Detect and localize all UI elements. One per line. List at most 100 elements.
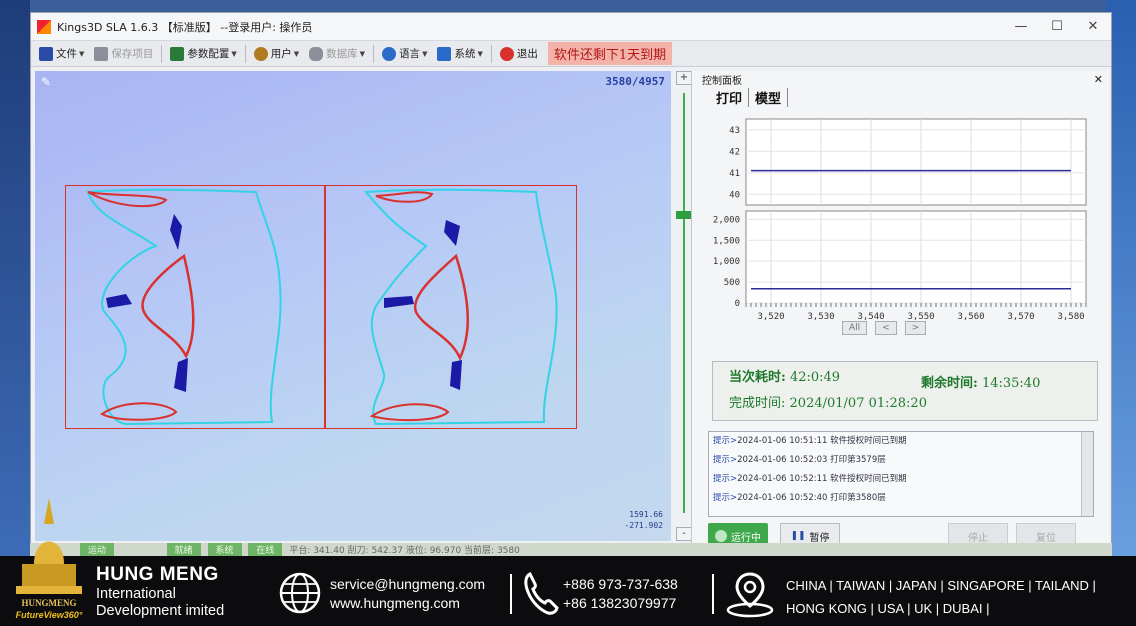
panel-close-icon[interactable]: ✕ <box>1094 73 1103 86</box>
upper-y-tick-label: 42 <box>729 147 740 157</box>
x-tick-label: 3,580 <box>1057 312 1084 322</box>
lower-y-tick-label: 2,000 <box>713 215 740 225</box>
license-warning: 软件还剩下1天到期 <box>547 42 673 65</box>
maximize-button[interactable]: ☐ <box>1039 19 1075 34</box>
slider-track <box>683 93 685 513</box>
top-contour-left <box>87 191 168 208</box>
bottom-contour-right <box>369 403 450 422</box>
minimize-button[interactable]: — <box>1003 19 1039 34</box>
desktop-background-left <box>0 0 30 560</box>
toolbar-divider <box>373 44 375 63</box>
country-list: CHINA | TAIWAN | JAPAN | SINGAPORE | TAI… <box>786 578 1096 616</box>
status-chip: 在线 <box>248 543 283 556</box>
save-project-button[interactable]: 保存项目 <box>90 43 157 65</box>
database-icon <box>309 46 324 61</box>
upper-plot-area <box>745 118 1087 206</box>
exit-icon <box>499 46 514 61</box>
outer-contour-right <box>363 188 558 426</box>
x-tick-label: 3,570 <box>1007 312 1034 322</box>
app-logo-icon <box>37 19 51 34</box>
user-menu[interactable]: 用户 ▼ <box>250 43 303 65</box>
close-button[interactable]: ✕ <box>1075 19 1111 34</box>
database-menu[interactable]: 数据库 ▼ <box>305 43 369 65</box>
tab-print[interactable]: 打印 <box>710 87 750 107</box>
cursor-coordinates: 1591.66 -271.902 <box>624 510 663 530</box>
log-entry: 提示>2024-01-06 10:52:11 软件授权时间已到期 <box>713 474 907 484</box>
upper-y-tick-label: 41 <box>729 169 740 179</box>
contact-info: service@hungmeng.com www.hungmeng.com <box>330 575 485 613</box>
globe-icon <box>279 572 321 614</box>
lower-y-tick-label: 0 <box>735 299 740 309</box>
message-log[interactable]: 提示>2024-01-06 10:51:11 软件授权时间已到期 提示>2024… <box>708 431 1094 517</box>
layer-chart: 43 42 41 40 2,000 1,500 1,000 500 0 3,520 3,530 3,5… <box>704 107 1094 347</box>
save-icon <box>94 46 109 61</box>
company-name-block: HUNG MENG International Development imit… <box>96 564 225 619</box>
toolbar-divider <box>161 44 163 63</box>
log-entry: 提示>2024-01-06 10:52:40 打印第3580层 <box>713 493 886 503</box>
location-pin-icon <box>726 572 774 618</box>
x-tick-label: 3,520 <box>757 312 784 322</box>
print-stats: 当次耗时: 42:0:49 剩余时间: 14:35:40 完成时间: 2024/… <box>712 361 1098 421</box>
svg-text:HUNGMENG: HUNGMENG <box>22 598 77 608</box>
support-right-top <box>444 220 460 246</box>
status-bar: 运动 就绪 系统 在线 平台: 341.40 刮刀: 542.37 液位: 96… <box>30 543 1112 557</box>
user-icon <box>253 46 268 61</box>
toolbar: 文件 ▼ 保存项目 参数配置 ▼ 用户 ▼ 数据库 ▼ 语言 ▼ 系统 ▼ 退出… <box>31 41 1111 67</box>
company-logo: HUNGMENG FutureView360° <box>16 498 83 620</box>
support-left-mid <box>106 294 132 308</box>
file-menu[interactable]: 文件 ▼ <box>35 43 88 65</box>
panel-title: 控制面板 <box>702 75 742 87</box>
svg-text:FutureView360°: FutureView360° <box>16 610 83 620</box>
lower-y-tick-label: 500 <box>724 278 740 288</box>
pencil-icon[interactable]: ✎ <box>41 75 51 89</box>
slice-contours <box>86 188 558 426</box>
system-menu[interactable]: 系统 ▼ <box>433 43 486 65</box>
bottom-contour-left <box>100 402 178 421</box>
slider-minus-button[interactable]: - <box>676 527 692 541</box>
exit-button[interactable]: 退出 <box>496 43 542 65</box>
triangle-contour-right <box>413 253 469 362</box>
chart-next-button[interactable]: > <box>904 321 927 335</box>
layer-slider[interactable]: + - <box>676 71 692 541</box>
top-contour-right <box>375 191 434 203</box>
slice-preview-canvas[interactable]: ✎ 3580/4957 1591.66 -271.902 <box>35 71 671 541</box>
build-platform-frame <box>65 185 577 429</box>
lower-y-tick-label: 1,000 <box>713 257 740 267</box>
slider-plus-button[interactable]: + <box>676 71 692 85</box>
website-link[interactable]: www.hungmeng.com <box>330 594 485 613</box>
x-tick-label: 3,560 <box>957 312 984 322</box>
email-link[interactable]: service@hungmeng.com <box>330 575 485 594</box>
status-chip: 就绪 <box>166 543 201 556</box>
support-left-bottom <box>174 358 188 392</box>
log-scrollbar[interactable] <box>1081 432 1093 516</box>
upper-y-tick-label: 40 <box>729 190 740 200</box>
chart-prev-button[interactable]: < <box>875 321 897 335</box>
running-indicator-icon <box>715 530 727 542</box>
file-icon <box>39 46 53 61</box>
x-tick-label: 3,530 <box>807 312 834 322</box>
phone-numbers: +886 973-737-638 +86 13823079977 <box>563 576 678 611</box>
layer-chart-svg: 43 42 41 40 2,000 1,500 1,000 500 0 3,520 3,530 3,5… <box>713 118 1087 322</box>
language-menu[interactable]: 语言 ▼ <box>378 43 431 65</box>
log-entry: 提示>2024-01-06 10:52:03 打印第3579层 <box>713 455 886 465</box>
pause-icon: ❚❚ <box>790 531 806 541</box>
support-right-bottom <box>450 360 462 390</box>
footer-divider <box>712 574 714 614</box>
window-title: Kings3D SLA 1.6.3 【标准版】 --登录用户: 操作员 <box>57 20 313 34</box>
title-bar[interactable]: Kings3D SLA 1.6.3 【标准版】 --登录用户: 操作员 — ☐ … <box>31 13 1111 41</box>
status-chip: 系统 <box>207 543 242 556</box>
toolbar-divider <box>244 44 246 63</box>
finish-time: 完成时间: 2024/01/07 01:28:20 <box>729 396 927 411</box>
footer-divider <box>510 574 512 614</box>
triangle-contour-left <box>141 253 195 359</box>
layer-counter: 3580/4957 <box>605 75 665 88</box>
control-panel: 控制面板 ✕ 打印 模型 43 42 41 40 2,000 1,500 1,000 500 0… <box>691 71 1109 553</box>
elapsed-time: 当次耗时: 42:0:49 <box>729 370 841 385</box>
toolbar-divider <box>490 44 492 63</box>
chart-all-button[interactable]: All <box>842 321 868 335</box>
system-icon <box>437 46 452 61</box>
tab-model[interactable]: 模型 <box>749 87 789 107</box>
log-entry: 提示>2024-01-06 10:51:11 软件授权时间已到期 <box>713 436 907 446</box>
slider-thumb[interactable] <box>676 211 692 219</box>
parameter-config-menu[interactable]: 参数配置 ▼ <box>166 43 240 65</box>
